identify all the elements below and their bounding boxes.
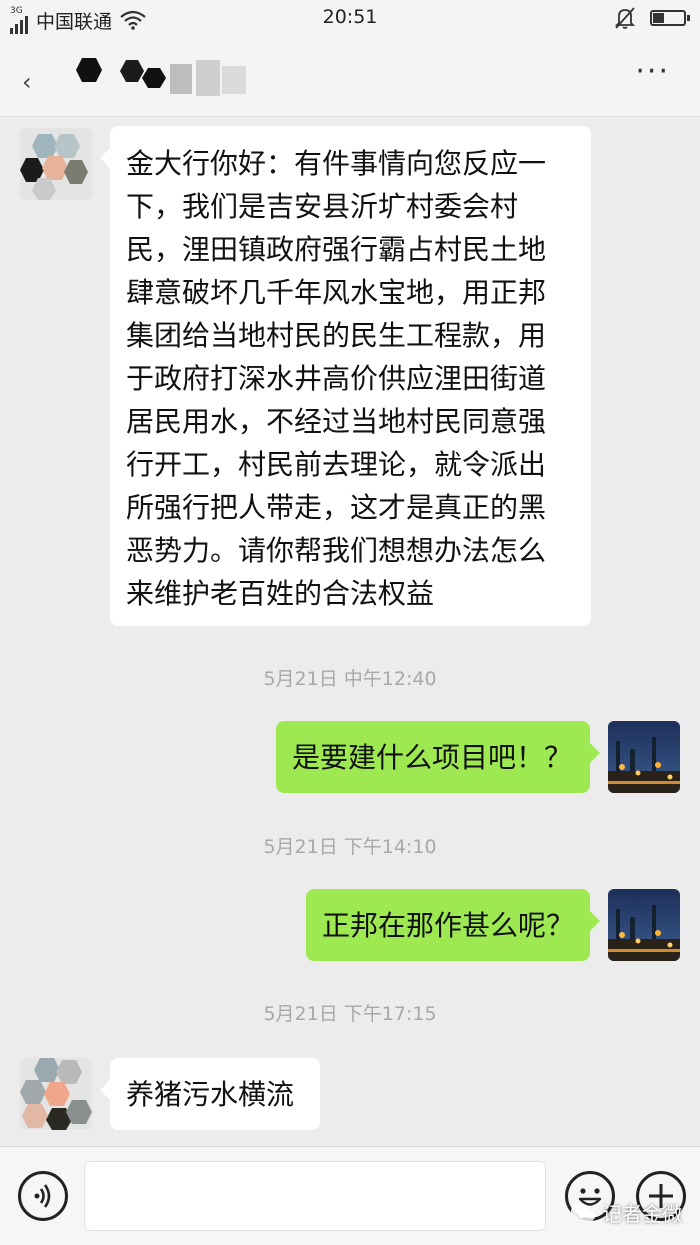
- message-timestamp: 5月21日 下午17:15: [263, 1003, 437, 1025]
- chat-header: ‹ ···: [0, 38, 700, 117]
- message-bubble-incoming[interactable]: 养猪污水横流: [100, 1058, 320, 1130]
- watermark: 记者金微: [570, 1198, 682, 1227]
- message-text: 正邦在那作甚么呢？: [322, 908, 575, 942]
- message-bubble-outgoing[interactable]: 是要建什么项目吧！？: [276, 721, 600, 793]
- my-avatar[interactable]: [608, 889, 680, 961]
- mute-bell-icon: [614, 7, 636, 29]
- message-text: 金大行你好：有件事情向您反应一下，我们是吉安县沂圹村委会村民，浬田镇政府强行霸占…: [126, 147, 547, 610]
- watermark-text: 记者金微: [602, 1202, 682, 1226]
- message-input[interactable]: [84, 1161, 546, 1231]
- message-timestamp: 5月21日 下午14:10: [263, 836, 437, 858]
- battery-icon: [650, 10, 690, 26]
- message-text: 是要建什么项目吧！？: [292, 740, 573, 774]
- message-bubble-outgoing[interactable]: 正邦在那作甚么呢？: [306, 889, 600, 961]
- message-bubble-incoming[interactable]: 金大行你好：有件事情向您反应一下，我们是吉安县沂圹村委会村民，浬田镇政府强行霸占…: [100, 126, 591, 626]
- chat-title-mosaic: [76, 58, 246, 96]
- status-bar: 3G 中国联通 20:51: [0, 0, 700, 38]
- voice-icon[interactable]: [18, 1171, 68, 1221]
- sender-avatar[interactable]: [20, 1058, 92, 1130]
- sender-avatar[interactable]: [20, 128, 92, 200]
- status-time: 20:51: [322, 6, 378, 28]
- wechat-logo-icon: [571, 1203, 595, 1222]
- input-bar: 记者金微: [0, 1146, 700, 1245]
- my-avatar[interactable]: [608, 721, 680, 793]
- back-button[interactable]: ‹: [22, 68, 32, 96]
- message-text: 养猪污水横流: [126, 1077, 295, 1111]
- more-options-button[interactable]: ···: [635, 57, 670, 87]
- message-timestamp: 5月21日 中午12:40: [263, 668, 437, 690]
